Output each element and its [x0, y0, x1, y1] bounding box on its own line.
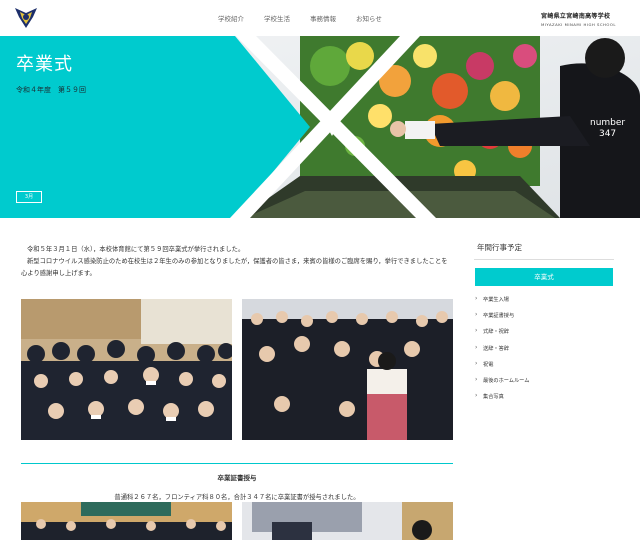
main-nav: 学校紹介 学校生活 事務情報 お知らせ [218, 13, 402, 23]
sidebar-active-item[interactable]: 卒業式 [475, 268, 613, 286]
article-number: number 347 [590, 118, 625, 140]
graduation-photo-1[interactable] [21, 299, 232, 440]
school-name-en: MIYAZAKI MINAMI HIGH SCHOOL [541, 22, 616, 27]
sidebar-item-homeroom[interactable]: 最後のホームルーム [475, 376, 529, 393]
graduation-photo-2[interactable] [242, 299, 453, 440]
nav-about[interactable]: 学校紹介 [218, 13, 244, 23]
graduation-photo-3[interactable] [21, 502, 232, 540]
graduation-photo-4[interactable] [242, 502, 453, 540]
sidebar-item-telegrams[interactable]: 祝電 [475, 360, 529, 377]
section-text: 普通科２６７名，フロンティア科８０名，合計３４７名に卒業証書が授与されました。 [114, 494, 360, 501]
sidebar-item-farewell[interactable]: 送辞・答辞 [475, 344, 529, 361]
sidebar-item-diploma[interactable]: 卒業証書授与 [475, 311, 529, 328]
sidebar-item-group-photo[interactable]: 集合写真 [475, 392, 529, 409]
school-name[interactable]: 宮崎県立宮崎南高等学校 MIYAZAKI MINAMI HIGH SCHOOL [541, 11, 616, 27]
nav-school-life[interactable]: 学校生活 [264, 13, 290, 23]
diploma-section: 卒業証書授与 普通科２６７名，フロンティア科８０名，合計３４７名に卒業証書が授与… [21, 463, 453, 501]
school-name-jp: 宮崎県立宮崎南高等学校 [541, 13, 611, 20]
sidebar-divider [474, 259, 614, 260]
nav-office-info[interactable]: 事務情報 [310, 13, 336, 23]
intro-text: 令和５年３月１日（水），本校体育館にて第５９回卒業式が挙行されました。 新型コロ… [21, 244, 453, 280]
sidebar-item-speeches[interactable]: 式辞・祝辞 [475, 327, 529, 344]
sidebar-menu: 卒業生入場 卒業証書授与 式辞・祝辞 送辞・答辞 祝電 最後のホームルーム 集合… [475, 295, 529, 409]
nav-news[interactable]: お知らせ [356, 13, 382, 23]
hero-title: 卒業式 [16, 54, 73, 75]
school-logo-icon[interactable] [13, 4, 39, 30]
sidebar-item-entrance[interactable]: 卒業生入場 [475, 295, 529, 312]
number-value: 347 [598, 129, 617, 139]
intro-paragraph: 令和５年３月１日（水），本校体育館にて第５９回卒業式が挙行されました。 [27, 246, 245, 253]
hero-image [0, 36, 640, 218]
section-title: 卒業証書授与 [217, 474, 257, 482]
intro-paragraph: 新型コロナウイルス感染防止のため在校生は２年生のみの参加となりましたが，保護者の… [21, 258, 448, 277]
hero-banner: 卒業式 令和４年度 第５９回 3月 number 347 [0, 36, 640, 218]
number-label: number [590, 118, 626, 128]
hero-subtitle: 令和４年度 第５９回 [16, 86, 86, 94]
site-header: 学校紹介 学校生活 事務情報 お知らせ 宮崎県立宮崎南高等学校 MIYAZAKI… [0, 0, 640, 36]
month-tag[interactable]: 3月 [16, 191, 42, 203]
calendar-link[interactable]: 年間行事予定 [477, 242, 522, 253]
